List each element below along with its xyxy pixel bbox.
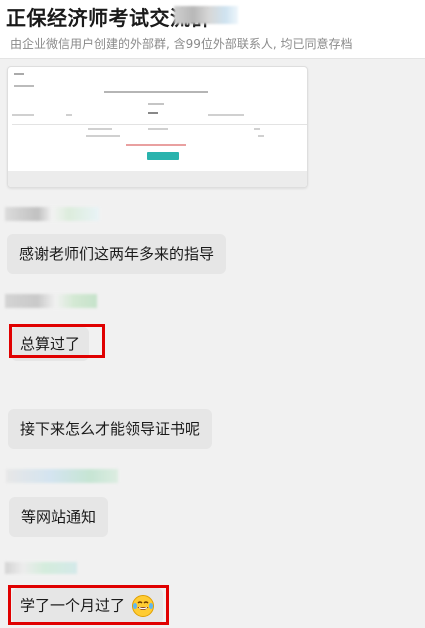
title-redaction [174, 6, 238, 24]
chat-header: 正保经济师考试交流群 由企业微信用户创建的外部群, 含99位外部联系人, 均已同… [0, 0, 425, 59]
sender-name-redacted [5, 294, 97, 308]
sender-name-redacted [5, 207, 99, 221]
message-text: 等网站通知 [21, 508, 97, 526]
group-subtitle: 由企业微信用户创建的外部群, 含99位外部联系人, 均已同意存档 [10, 37, 353, 51]
chat-message: 接下来怎么才能领导证书呢 [8, 409, 213, 449]
chat-message: 感谢老师们这两年多来的指导 [7, 234, 227, 274]
highlight-box [8, 585, 169, 625]
sender-name-redacted [5, 562, 77, 574]
message-text: 感谢老师们这两年多来的指导 [19, 245, 215, 263]
image-message-thumbnail[interactable] [7, 66, 308, 188]
sender-name-redacted [6, 469, 118, 483]
message-text: 接下来怎么才能领导证书呢 [20, 420, 201, 438]
chat-message: 等网站通知 [9, 497, 109, 537]
highlight-box [9, 324, 105, 358]
